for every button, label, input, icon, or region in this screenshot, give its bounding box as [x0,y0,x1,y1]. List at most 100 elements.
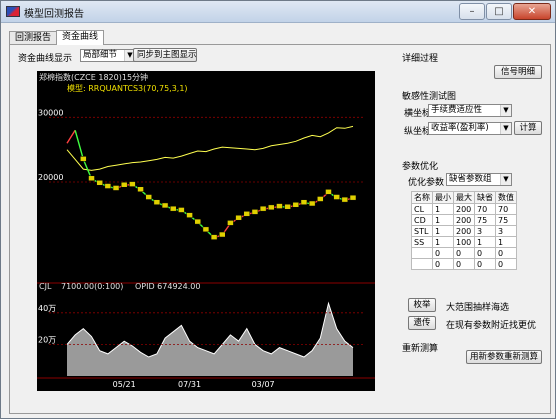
close-icon[interactable]: ✕ [513,3,551,20]
param-max[interactable]: 200 [453,225,475,237]
retest-button[interactable]: 用新参数重新测算 [466,350,542,364]
trade-marker [251,209,259,215]
trade-marker [259,205,267,212]
trade-marker [129,181,136,187]
x-axis-label: 横坐标 [404,109,432,119]
y-tick-label: 30000 [38,108,63,117]
param-value[interactable]: 0 [495,247,517,259]
x-tick-label: 03/07 [252,380,275,389]
title-bar: 模型回测报告 – □ ✕ [1,1,555,23]
param-name: SS [411,236,433,248]
price-segment [66,129,76,144]
x-tick-label: 05/21 [113,380,136,389]
display-label: 资金曲线显示 [18,54,73,64]
trade-marker [178,207,185,213]
genetic-button[interactable]: 遗传 [408,316,436,330]
trade-marker [202,226,210,233]
param-max[interactable]: 100 [453,236,475,248]
param-table: 名称 最小 最大 缺省 数值 CL 1 200 70 70 CD 1 200 7… [411,191,517,270]
x-axis-value: 手续费适应性 [431,105,483,115]
param-min[interactable]: 1 [432,236,454,248]
param-default[interactable]: 0 [474,258,496,270]
table-row[interactable]: CD 1 200 75 75 [411,214,517,226]
app-logo-icon [6,6,20,17]
table-row[interactable]: SS 1 100 1 1 [411,236,517,248]
param-value[interactable]: 0 [495,258,517,270]
trade-marker [88,175,95,182]
param-min[interactable]: 1 [432,203,454,215]
equity-line [66,125,354,171]
exhaust-button[interactable]: 枚举 [408,298,436,312]
genetic-desc: 在现有参数附近找更优 [446,321,537,331]
display-mode-value: 局部细节 [83,50,118,60]
trade-marker [235,214,242,221]
display-mode-select[interactable]: 局部细节 ▼ [80,49,136,62]
param-min[interactable]: 1 [432,214,454,226]
col-header: 最小 [432,191,454,204]
trade-marker [308,200,316,207]
optimize-select[interactable]: 缺省参数组 ▼ [446,173,512,186]
param-default[interactable]: 75 [474,214,496,226]
chevron-down-icon: ▼ [500,123,511,134]
param-max[interactable]: 0 [453,247,475,259]
y-axis-label: 纵坐标 [404,127,432,137]
trade-marker [292,202,300,208]
tab-equity-curve[interactable]: 资金曲线 [56,30,105,45]
param-min[interactable]: 1 [432,225,454,237]
param-name: CD [411,214,433,226]
col-header: 缺省 [474,191,496,204]
col-header: 最大 [453,191,475,204]
tab-bar: 回测报告 资金曲线 [9,30,105,45]
y-axis-select[interactable]: 收益率(盈利率) ▼ [428,122,512,135]
retest-title: 重新测算 [402,344,439,354]
price-segment [74,130,85,160]
sensitivity-title: 敏感性测试图 [402,92,457,102]
trade-marker [227,220,234,226]
y-tick-label: 20000 [38,173,63,182]
param-name: STL [411,225,433,237]
param-value[interactable]: 1 [495,236,517,248]
maximize-icon[interactable]: □ [486,3,512,20]
table-row[interactable]: 0 0 0 0 [411,247,517,259]
details-title: 详细过程 [402,54,439,64]
trade-marker [325,189,332,195]
trade-marker [104,183,112,189]
table-row[interactable]: STL 1 200 3 3 [411,225,517,237]
trade-marker [317,196,324,202]
trade-marker [341,196,349,203]
param-name [411,258,433,270]
app-window: 模型回测报告 – □ ✕ 回测报告 资金曲线 资金曲线显示 局部细节 ▼ 同步到… [0,0,556,419]
param-value[interactable]: 70 [495,203,517,215]
trade-marker [186,212,193,218]
minimize-icon[interactable]: – [459,3,485,20]
param-max[interactable]: 200 [453,203,475,215]
x-axis-select[interactable]: 手续费适应性 ▼ [428,104,512,117]
param-table-header: 名称 最小 最大 缺省 数值 [411,191,517,204]
trade-marker [243,211,251,217]
param-min[interactable]: 0 [432,258,454,270]
param-default[interactable]: 3 [474,225,496,237]
signal-detail-button[interactable]: 信号明细 [494,65,542,79]
param-default[interactable]: 1 [474,236,496,248]
trade-marker [194,218,201,225]
calc-button[interactable]: 计算 [514,121,542,135]
trade-marker [161,202,169,209]
param-name [411,247,433,259]
trade-marker [300,199,308,205]
table-row[interactable]: 0 0 0 0 [411,258,517,270]
param-default[interactable]: 70 [474,203,496,215]
param-value[interactable]: 75 [495,214,517,226]
sync-to-main-button[interactable]: 同步到主图显示 [133,48,197,62]
param-value[interactable]: 3 [495,225,517,237]
table-row[interactable]: CL 1 200 70 70 [411,203,517,215]
trade-marker [80,156,87,162]
param-min[interactable]: 0 [432,247,454,259]
trade-marker [284,203,291,210]
param-max[interactable]: 0 [453,258,475,270]
col-header: 数值 [495,191,517,204]
tab-backtest-report[interactable]: 回测报告 [9,31,58,45]
param-max[interactable]: 200 [453,214,475,226]
volume-line [66,301,354,358]
param-default[interactable]: 0 [474,247,496,259]
optimize-label: 优化参数 [408,178,445,188]
